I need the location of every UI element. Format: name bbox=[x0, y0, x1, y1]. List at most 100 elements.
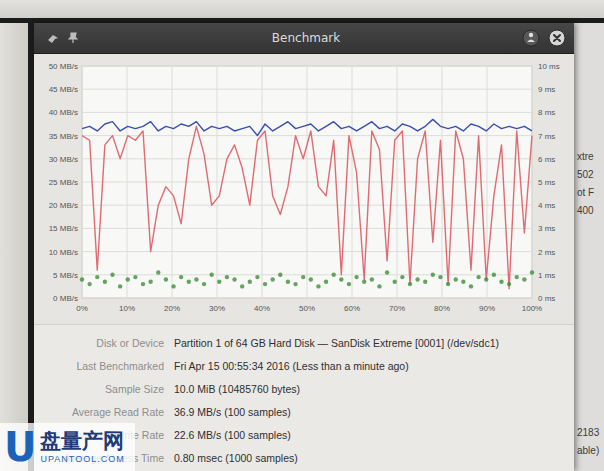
detail-label: Average Read Rate bbox=[46, 406, 164, 418]
photo-frame: Benchmark50 MB/s45 MB/s40 MB/s35 MB/s30 … bbox=[0, 0, 604, 471]
data-point bbox=[400, 275, 404, 279]
data-point bbox=[423, 280, 427, 284]
y-axis-label: 20 MB/s bbox=[49, 201, 78, 210]
data-point bbox=[385, 270, 389, 274]
y-axis-label: 0 MB/s bbox=[53, 294, 78, 303]
y-axis-label: 5 MB/s bbox=[53, 271, 78, 280]
x-axis-label: 90% bbox=[479, 304, 495, 313]
data-point bbox=[331, 273, 335, 277]
benchmark-window: Benchmark50 MB/s45 MB/s40 MB/s35 MB/s30 … bbox=[34, 23, 574, 471]
data-point bbox=[263, 282, 267, 286]
pin-icon[interactable] bbox=[46, 32, 60, 44]
x-axis-label: 0% bbox=[76, 304, 88, 313]
x-axis-label: 10% bbox=[119, 304, 135, 313]
background-text: able) bbox=[577, 445, 604, 457]
background-text: 502 bbox=[577, 169, 604, 181]
y-axis-label: 7 ms bbox=[538, 132, 555, 141]
detail-label: Disk or Device bbox=[46, 337, 164, 349]
data-point bbox=[217, 280, 221, 284]
x-axis-label: 50% bbox=[299, 304, 315, 313]
data-point bbox=[270, 277, 274, 281]
rate-series-line bbox=[82, 126, 532, 288]
data-point bbox=[438, 275, 442, 279]
detail-row: Sample Size10.0 MiB (10485760 bytes) bbox=[46, 377, 574, 400]
data-point bbox=[461, 280, 465, 284]
data-point bbox=[492, 273, 496, 277]
data-point bbox=[202, 282, 206, 286]
grid-line bbox=[532, 66, 533, 298]
background-text: xtre bbox=[577, 151, 604, 163]
y-axis-label: 10 MB/s bbox=[49, 248, 78, 257]
detail-label: Last Benchmarked bbox=[46, 360, 164, 372]
data-point bbox=[393, 280, 397, 284]
data-point bbox=[354, 275, 358, 279]
thumbtack-icon[interactable] bbox=[68, 32, 78, 44]
y-axis-label: 0 ms bbox=[538, 294, 555, 303]
y-axis-label: 1 ms bbox=[538, 271, 555, 280]
y-axis-label: 35 MB/s bbox=[49, 132, 78, 141]
data-point bbox=[484, 277, 488, 281]
screen: Benchmark50 MB/s45 MB/s40 MB/s35 MB/s30 … bbox=[0, 23, 604, 471]
data-point bbox=[286, 280, 290, 284]
data-point bbox=[347, 282, 351, 286]
data-point bbox=[377, 284, 381, 288]
detail-row: Last BenchmarkedFri Apr 15 00:55:34 2016… bbox=[46, 354, 574, 377]
data-point bbox=[118, 284, 122, 288]
x-axis-label: 60% bbox=[344, 304, 360, 313]
data-point bbox=[87, 282, 91, 286]
window-title: Benchmark bbox=[272, 31, 340, 45]
data-point bbox=[141, 282, 145, 286]
x-axis-label: 20% bbox=[164, 304, 180, 313]
grid-line bbox=[127, 66, 128, 298]
data-point bbox=[232, 277, 236, 281]
x-axis-label: 70% bbox=[389, 304, 405, 313]
data-point bbox=[515, 275, 519, 279]
data-point bbox=[133, 275, 137, 279]
data-point bbox=[80, 277, 84, 281]
watermark: U盘量产网UPANTOOL.COM bbox=[0, 423, 135, 471]
close-icon[interactable] bbox=[548, 29, 566, 47]
data-point bbox=[171, 284, 175, 288]
grid-line bbox=[262, 66, 263, 298]
detail-row: Disk or DevicePartition 1 of 64 GB Hard … bbox=[46, 331, 574, 354]
data-point bbox=[408, 282, 412, 286]
menu-button-icon[interactable] bbox=[522, 29, 540, 47]
data-point bbox=[499, 280, 503, 284]
monitor-bezel bbox=[0, 0, 604, 23]
detail-value: 22.6 MB/s (100 samples) bbox=[174, 429, 574, 441]
x-axis-label: 100% bbox=[522, 304, 542, 313]
data-point bbox=[278, 273, 282, 277]
data-point bbox=[164, 277, 168, 281]
data-point bbox=[454, 277, 458, 281]
background-text-group: 2183able) bbox=[577, 427, 604, 457]
data-point bbox=[530, 270, 534, 274]
y-axis-label: 6 ms bbox=[538, 155, 555, 164]
y-axis-label: 8 ms bbox=[538, 108, 555, 117]
data-point bbox=[156, 270, 160, 274]
chart-panel: 50 MB/s45 MB/s40 MB/s35 MB/s30 MB/s25 MB… bbox=[34, 54, 574, 325]
data-point bbox=[103, 280, 107, 284]
x-axis-label: 80% bbox=[434, 304, 450, 313]
data-point bbox=[324, 280, 328, 284]
data-point bbox=[255, 275, 259, 279]
data-point bbox=[476, 275, 480, 279]
grid-line bbox=[397, 66, 398, 298]
y-axis-label: 3 ms bbox=[538, 224, 555, 233]
data-point bbox=[415, 277, 419, 281]
data-point bbox=[209, 273, 213, 277]
background-window: xtre502ot F4002183able) bbox=[574, 23, 604, 471]
grid-line bbox=[352, 66, 353, 298]
data-point bbox=[339, 277, 343, 281]
rate-series-line bbox=[82, 119, 532, 135]
benchmark-chart: 50 MB/s45 MB/s40 MB/s35 MB/s30 MB/s25 MB… bbox=[34, 54, 574, 324]
access-time-series bbox=[80, 270, 534, 288]
y-axis-label: 4 ms bbox=[538, 201, 555, 210]
data-point bbox=[126, 277, 130, 281]
data-point bbox=[248, 280, 252, 284]
plot-area bbox=[82, 66, 532, 298]
grid-line bbox=[307, 66, 308, 298]
y-axis-label: 40 MB/s bbox=[49, 108, 78, 117]
data-point bbox=[309, 277, 313, 281]
data-point bbox=[148, 280, 152, 284]
y-axis-label: 25 MB/s bbox=[49, 178, 78, 187]
